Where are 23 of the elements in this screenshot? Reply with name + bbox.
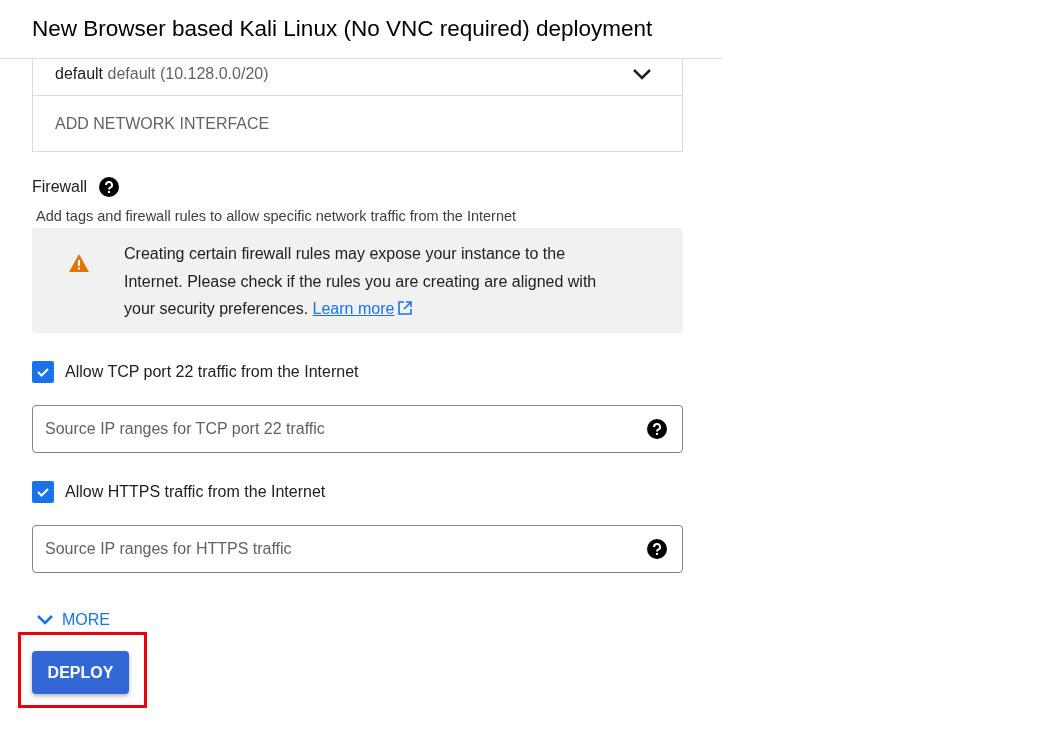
firewall-label: Firewall <box>32 178 88 196</box>
checkbox[interactable] <box>32 361 54 383</box>
warning-icon <box>69 254 89 272</box>
deploy-button[interactable]: DEPLOY <box>32 651 129 694</box>
help-icon[interactable] <box>647 419 667 439</box>
input-field[interactable]: Source IP ranges for HTTPS traffic <box>32 525 683 573</box>
checkbox[interactable] <box>32 481 54 503</box>
checkbox-label: Allow HTTPS traffic from the Internet <box>65 483 326 501</box>
learn-more-link[interactable]: Learn more <box>312 300 413 317</box>
more-button[interactable]: MORE <box>32 611 110 629</box>
firewall-description: Add tags and firewall rules to allow specific network traffic from the Internet <box>36 208 518 224</box>
help-icon[interactable] <box>99 177 120 197</box>
warning-text: Creating certain firewall rules may expose your instance to the Internet. Please check if the rules you are creating are aligned with your security preferences. Learn more <box>124 244 598 319</box>
input-field[interactable]: Source IP ranges for TCP port 22 traffic <box>32 405 683 453</box>
checkbox-label: Allow TCP port 22 traffic from the Internet <box>65 363 359 381</box>
external-link-icon <box>398 301 413 315</box>
network-dropdown[interactable]: default default (10.128.0.0/20) <box>33 59 682 96</box>
add-network-interface-button[interactable]: ADD NETWORK INTERFACE <box>33 96 682 151</box>
network-value: default default (10.128.0.0/20) <box>55 65 269 83</box>
page-title: New Browser based Kali Linux (No VNC required) deployment <box>32 16 653 42</box>
help-icon[interactable] <box>647 539 667 559</box>
chevron-down-icon <box>632 68 652 80</box>
chevron-down-icon <box>36 614 54 626</box>
